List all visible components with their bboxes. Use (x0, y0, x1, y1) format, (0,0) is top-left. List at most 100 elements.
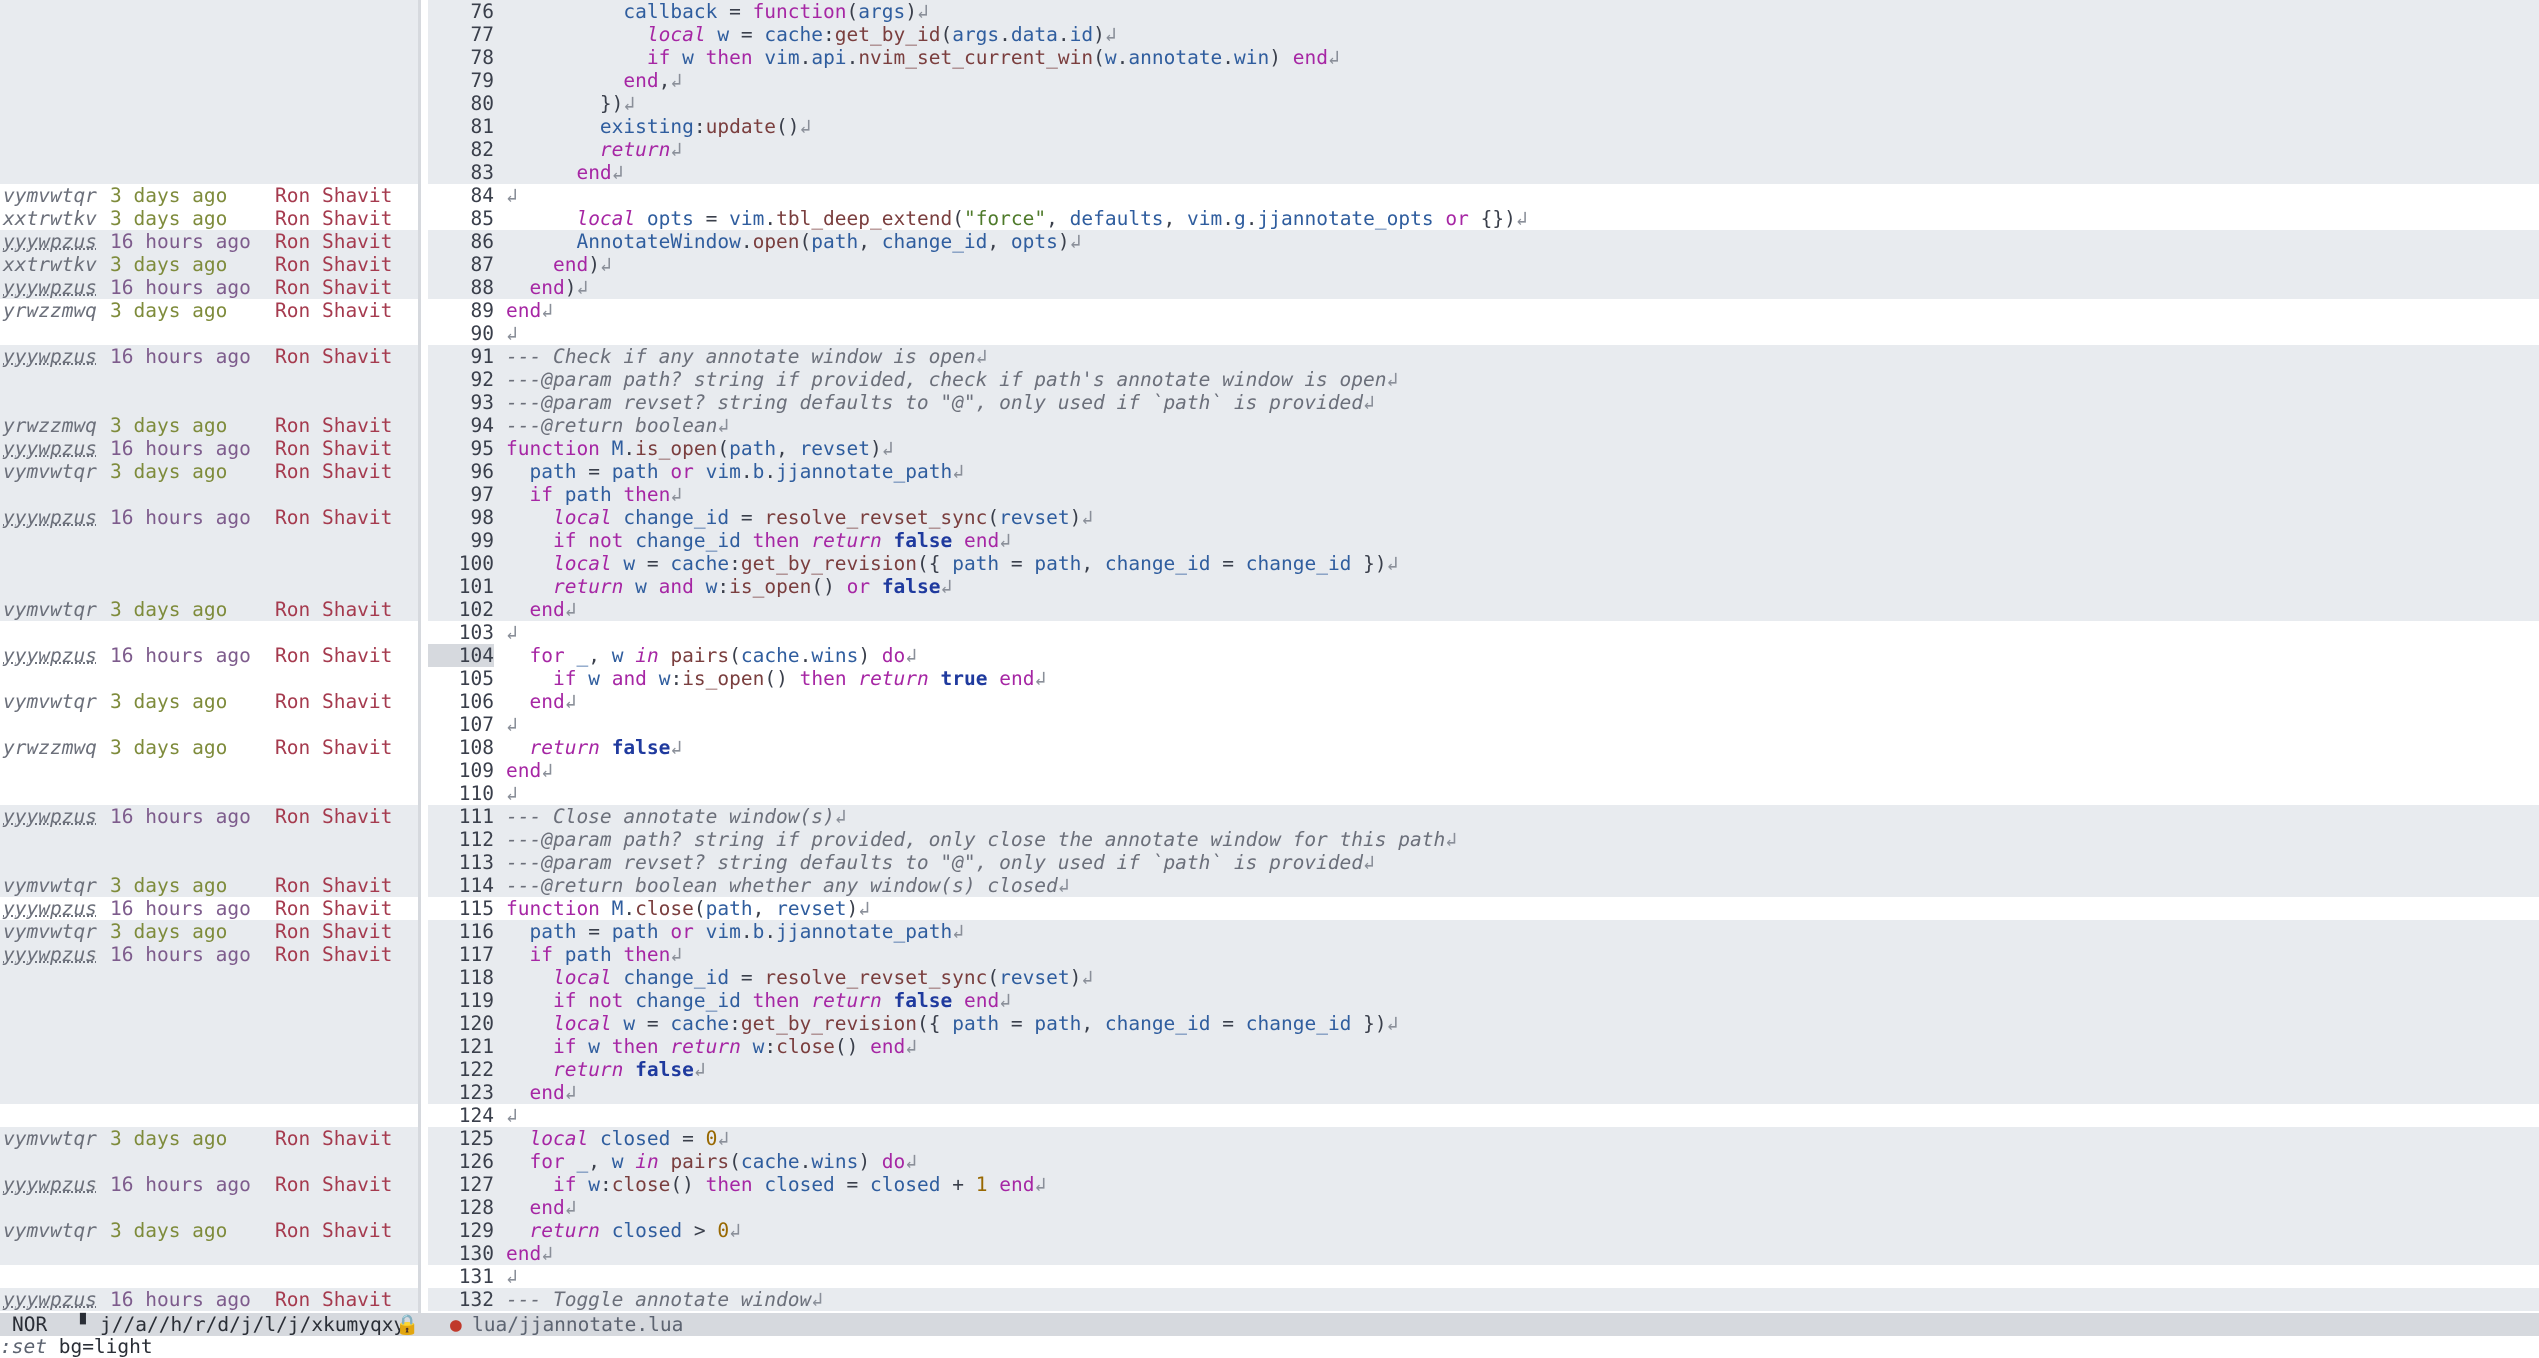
code-text[interactable]: if w then return w:close() end↲ (506, 1035, 917, 1058)
code-text[interactable]: function M.is_open(path, revset)↲ (506, 437, 894, 460)
code-line[interactable]: 87 end)↲ (428, 253, 2539, 276)
blame-change-id[interactable]: yyywpzus (3, 345, 97, 368)
code-editor-pane[interactable]: 76 callback = function(args)↲ 77 local w … (428, 0, 2539, 1313)
blame-row[interactable]: vymvwtqr 3 days ago Ron Shavit (0, 1127, 418, 1150)
code-line[interactable]: 120 local w = cache:get_by_revision({ pa… (428, 1012, 2539, 1035)
blame-row[interactable] (0, 1081, 418, 1104)
code-line[interactable]: 124 ↲ (428, 1104, 2539, 1127)
code-line[interactable]: 101 return w and w:is_open() or false↲ (428, 575, 2539, 598)
code-text[interactable]: return false↲ (506, 1058, 706, 1081)
code-text[interactable]: --- Toggle annotate window↲ (506, 1288, 823, 1311)
blame-row[interactable] (0, 1058, 418, 1081)
code-text[interactable]: local change_id = resolve_revset_sync(re… (506, 966, 1093, 989)
code-text[interactable]: ↲ (506, 1104, 518, 1127)
blame-row[interactable] (0, 713, 418, 736)
code-text[interactable]: end↲ (506, 299, 553, 322)
blame-row[interactable] (0, 621, 418, 644)
code-line[interactable]: 94 ---@return boolean↲ (428, 414, 2539, 437)
code-line[interactable]: 81 existing:update()↲ (428, 115, 2539, 138)
blame-change-id[interactable]: yyywpzus (3, 230, 97, 253)
blame-row[interactable]: xxtrwtkv 3 days ago Ron Shavit (0, 207, 418, 230)
code-text[interactable]: --- Check if any annotate window is open… (506, 345, 987, 368)
code-text[interactable]: if w then vim.api.nvim_set_current_win(w… (506, 46, 1340, 69)
blame-change-id[interactable]: yyywpzus (3, 1288, 97, 1311)
blame-row[interactable]: yrwzzmwq 3 days ago Ron Shavit (0, 414, 418, 437)
code-line[interactable]: 117 if path then↲ (428, 943, 2539, 966)
code-line[interactable]: 90 ↲ (428, 322, 2539, 345)
blame-row[interactable]: yyywpzus 16 hours ago Ron Shavit (0, 437, 418, 460)
code-text[interactable]: ---@param path? string if provided, chec… (506, 368, 1398, 391)
code-line[interactable]: 132 --- Toggle annotate window↲ (428, 1288, 2539, 1311)
blame-change-id[interactable]: vymvwtqr (3, 874, 97, 897)
blame-change-id[interactable]: yyywpzus (3, 276, 97, 299)
code-text[interactable]: if w:close() then closed = closed + 1 en… (506, 1173, 1046, 1196)
blame-row[interactable]: yyywpzus 16 hours ago Ron Shavit (0, 1173, 418, 1196)
code-line[interactable]: 97 if path then↲ (428, 483, 2539, 506)
code-line[interactable]: 123 end↲ (428, 1081, 2539, 1104)
code-text[interactable]: local w = cache:get_by_revision({ path =… (506, 552, 1398, 575)
blame-row[interactable] (0, 575, 418, 598)
code-line[interactable]: 112 ---@param path? string if provided, o… (428, 828, 2539, 851)
blame-row[interactable]: vymvwtqr 3 days ago Ron Shavit (0, 184, 418, 207)
blame-row[interactable] (0, 782, 418, 805)
blame-row[interactable] (0, 391, 418, 414)
blame-change-id[interactable]: yyywpzus (3, 805, 97, 828)
code-line[interactable]: 78 if w then vim.api.nvim_set_current_wi… (428, 46, 2539, 69)
code-line[interactable]: 76 callback = function(args)↲ (428, 0, 2539, 23)
code-line[interactable]: 85 local opts = vim.tbl_deep_extend("for… (428, 207, 2539, 230)
blame-row[interactable]: yyywpzus 16 hours ago Ron Shavit (0, 644, 418, 667)
blame-change-id[interactable]: yyywpzus (3, 943, 97, 966)
code-line[interactable]: 86 AnnotateWindow.open(path, change_id, … (428, 230, 2539, 253)
blame-row[interactable]: yyywpzus 16 hours ago Ron Shavit (0, 805, 418, 828)
code-line[interactable]: 82 return↲ (428, 138, 2539, 161)
code-text[interactable]: return closed > 0↲ (506, 1219, 740, 1242)
blame-change-id[interactable]: yyywpzus (3, 506, 97, 529)
code-line[interactable]: 126 for _, w in pairs(cache.wins) do↲ (428, 1150, 2539, 1173)
code-line[interactable]: 108 return false↲ (428, 736, 2539, 759)
code-text[interactable]: })↲ (506, 92, 635, 115)
blame-row[interactable]: vymvwtqr 3 days ago Ron Shavit (0, 920, 418, 943)
code-line[interactable]: 99 if not change_id then return false en… (428, 529, 2539, 552)
blame-row[interactable] (0, 138, 418, 161)
blame-row[interactable]: yyywpzus 16 hours ago Ron Shavit (0, 943, 418, 966)
code-line[interactable]: 103 ↲ (428, 621, 2539, 644)
code-line[interactable]: 91 --- Check if any annotate window is op… (428, 345, 2539, 368)
blame-row[interactable]: vymvwtqr 3 days ago Ron Shavit (0, 598, 418, 621)
code-text[interactable]: end↲ (506, 690, 576, 713)
blame-change-id[interactable]: vymvwtqr (3, 184, 97, 207)
blame-change-id[interactable]: vymvwtqr (3, 690, 97, 713)
code-text[interactable]: for _, w in pairs(cache.wins) do↲ (506, 644, 917, 667)
blame-row[interactable] (0, 1104, 418, 1127)
blame-row[interactable]: yyywpzus 16 hours ago Ron Shavit (0, 276, 418, 299)
code-line[interactable]: 127 if w:close() then closed = closed + … (428, 1173, 2539, 1196)
blame-change-id[interactable]: yrwzzmwq (3, 299, 97, 322)
code-text[interactable]: end↲ (506, 161, 623, 184)
blame-row[interactable] (0, 1035, 418, 1058)
code-text[interactable]: local w = cache:get_by_id(args.data.id)↲ (506, 23, 1117, 46)
code-text[interactable]: ↲ (506, 1265, 518, 1288)
code-line[interactable]: 114 ---@return boolean whether any window… (428, 874, 2539, 897)
code-line[interactable]: 111 --- Close annotate window(s)↲ (428, 805, 2539, 828)
blame-row[interactable]: yyywpzus 16 hours ago Ron Shavit (0, 345, 418, 368)
code-text[interactable]: ↲ (506, 621, 518, 644)
code-line[interactable]: 88 end)↲ (428, 276, 2539, 299)
code-line[interactable]: 95 function M.is_open(path, revset)↲ (428, 437, 2539, 460)
blame-change-id[interactable]: xxtrwtkv (3, 253, 97, 276)
blame-change-id[interactable]: xxtrwtkv (3, 207, 97, 230)
code-text[interactable]: end↲ (506, 1242, 553, 1265)
blame-row[interactable]: vymvwtqr 3 days ago Ron Shavit (0, 460, 418, 483)
code-text[interactable]: end)↲ (506, 253, 612, 276)
code-line[interactable]: 92 ---@param path? string if provided, ch… (428, 368, 2539, 391)
code-text[interactable]: path = path or vim.b.jjannotate_path↲ (506, 920, 964, 943)
code-line[interactable]: 104 for _, w in pairs(cache.wins) do↲ (428, 644, 2539, 667)
blame-row[interactable] (0, 828, 418, 851)
code-text[interactable]: for _, w in pairs(cache.wins) do↲ (506, 1150, 917, 1173)
blame-change-id[interactable]: yrwzzmwq (3, 736, 97, 759)
code-line[interactable]: 116 path = path or vim.b.jjannotate_path… (428, 920, 2539, 943)
code-line[interactable]: 125 local closed = 0↲ (428, 1127, 2539, 1150)
code-text[interactable]: return false↲ (506, 736, 682, 759)
code-text[interactable]: ---@return boolean↲ (506, 414, 729, 437)
blame-row[interactable]: yyywpzus 16 hours ago Ron Shavit (0, 230, 418, 253)
code-line[interactable]: 102 end↲ (428, 598, 2539, 621)
blame-row[interactable]: yyywpzus 16 hours ago Ron Shavit (0, 897, 418, 920)
